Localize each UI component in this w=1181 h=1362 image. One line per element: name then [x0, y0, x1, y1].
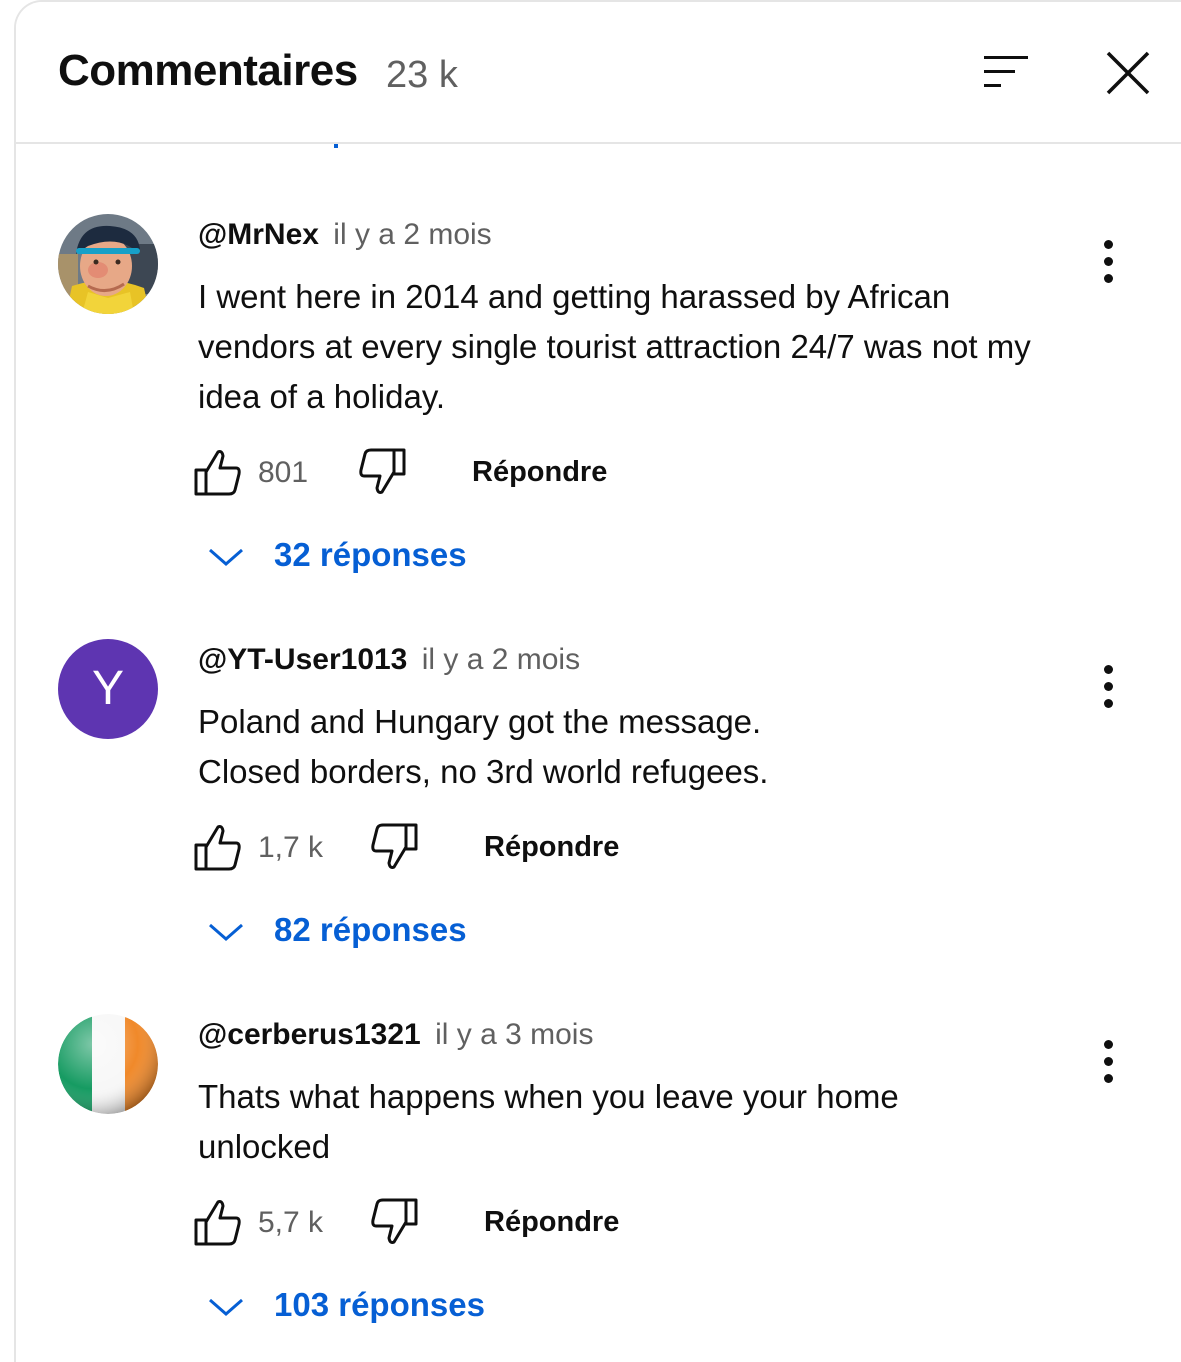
comment-time[interactable]: il y a 2 mois — [422, 643, 580, 676]
more-vert-icon — [1096, 240, 1120, 283]
dislike-button[interactable] — [356, 446, 408, 498]
thumb-up-icon — [194, 825, 241, 871]
thumb-down-icon — [371, 823, 418, 869]
like-button[interactable] — [192, 1196, 244, 1248]
thumb-down-icon — [371, 1198, 418, 1244]
comment-text: Poland and Hungary got the message. Clos… — [198, 703, 769, 790]
chevron-down-icon — [209, 1298, 243, 1316]
view-replies-button[interactable]: 82 réponses — [206, 907, 526, 957]
chevron-down-icon — [209, 923, 243, 941]
avatar[interactable] — [58, 1014, 158, 1114]
reply-button[interactable]: Répondre — [484, 831, 619, 864]
comments-title: Commentaires — [58, 46, 358, 95]
reply-button[interactable]: Répondre — [484, 1206, 619, 1239]
replies-count-label: 82 réponses — [274, 911, 467, 948]
sort-button[interactable] — [980, 52, 1032, 92]
comment-meta: @cerberus1321 il y a 3 mois — [198, 1018, 593, 1052]
like-button[interactable] — [192, 821, 244, 873]
replies-count-label: 103 réponses — [274, 1286, 485, 1323]
view-replies-button[interactable]: 103 réponses — [206, 1282, 546, 1332]
comment-actions: 801 Répondre — [192, 446, 792, 502]
comment-actions: 1,7 k Répondre — [192, 821, 792, 877]
comment-text: Thats what happens when you leave your h… — [198, 1078, 899, 1165]
view-replies-button[interactable]: 32 réponses — [206, 532, 526, 582]
comments-panel: Commentaires 23 k @MrNex il y a 2 mois I… — [14, 0, 1181, 1362]
comment-actions: 5,7 k Répondre — [192, 1196, 792, 1252]
comment-menu-button[interactable] — [1096, 1040, 1120, 1088]
comments-count: 23 k — [386, 54, 458, 96]
thumb-up-icon — [194, 450, 241, 496]
replies-count-label: 32 réponses — [274, 536, 467, 573]
comment-author[interactable]: @cerberus1321 — [198, 1018, 421, 1051]
sort-icon — [984, 56, 1028, 87]
avatar[interactable]: Y — [58, 639, 158, 739]
comment-meta: @YT-User1013 il y a 2 mois — [198, 643, 580, 677]
irish-flag-icon — [58, 1014, 158, 1114]
user-photo-icon — [58, 214, 158, 314]
reply-button[interactable]: Répondre — [472, 456, 607, 489]
like-count: 5,7 k — [258, 1206, 324, 1239]
comment-time[interactable]: il y a 3 mois — [435, 1018, 593, 1051]
comment-author[interactable]: @YT-User1013 — [198, 643, 407, 676]
thumb-down-icon — [359, 448, 406, 494]
avatar[interactable] — [58, 214, 158, 314]
close-icon — [1106, 51, 1150, 95]
like-button[interactable] — [192, 446, 244, 498]
comment-time[interactable]: il y a 2 mois — [333, 218, 491, 251]
comment-text: I went here in 2014 and getting harassed… — [198, 278, 1031, 415]
like-count: 801 — [258, 456, 309, 489]
like-count: 1,7 k — [258, 831, 324, 864]
comment-meta: @MrNex il y a 2 mois — [198, 218, 492, 252]
dislike-button[interactable] — [368, 1196, 420, 1248]
dislike-button[interactable] — [368, 821, 420, 873]
comment-author[interactable]: @MrNex — [198, 218, 319, 251]
thumb-up-icon — [194, 1200, 241, 1246]
comment-menu-button[interactable] — [1096, 665, 1120, 713]
more-vert-icon — [1096, 665, 1120, 708]
close-button[interactable] — [1102, 47, 1154, 99]
comment-menu-button[interactable] — [1096, 240, 1120, 288]
more-vert-icon — [1096, 1040, 1120, 1083]
chevron-down-icon — [209, 548, 243, 566]
comments-header: Commentaires 23 k — [16, 2, 1181, 144]
